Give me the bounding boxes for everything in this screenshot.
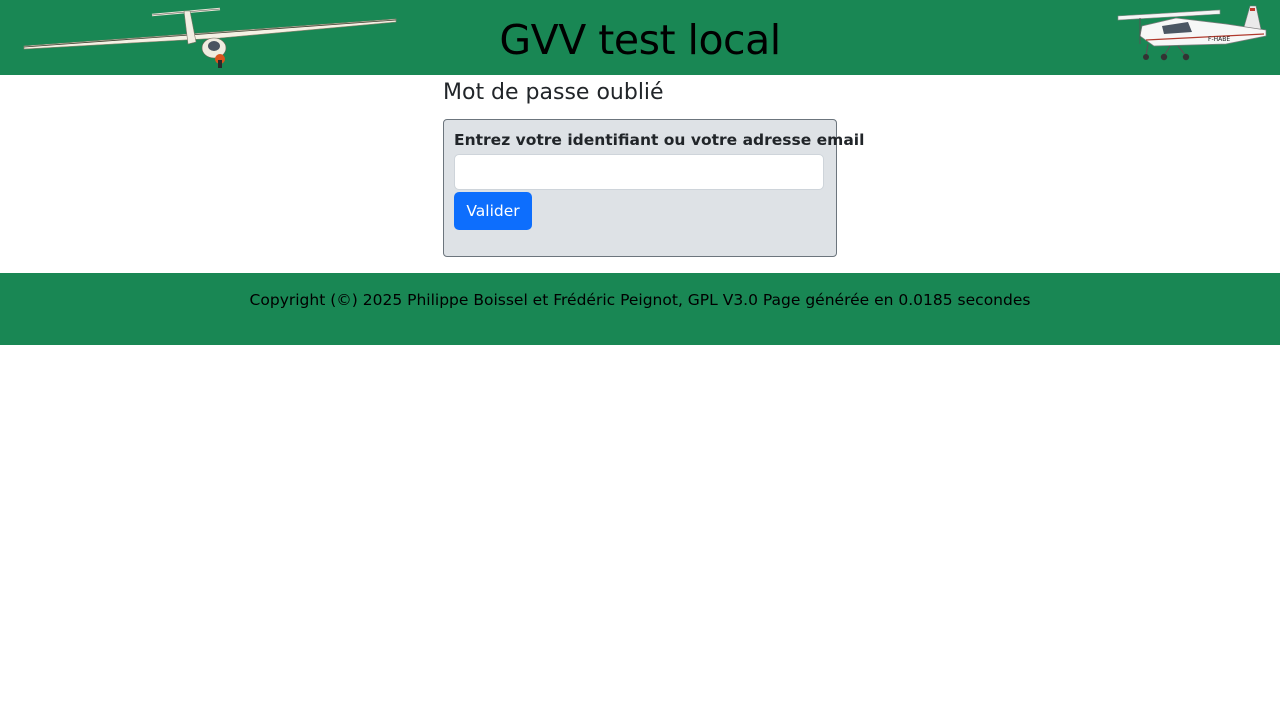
site-header: GVV test local F-HABE — [0, 0, 1280, 75]
plane-image: F-HABE — [1117, 5, 1267, 61]
plane-registration: F-HABE — [1208, 36, 1230, 43]
identifier-or-email-input[interactable] — [454, 154, 824, 190]
site-title: GVV test local — [499, 16, 781, 64]
site-footer: Copyright (©) 2025 Philippe Boissel et F… — [0, 273, 1280, 345]
copyright-text: Copyright (©) 2025 Philippe Boissel et F… — [249, 291, 1031, 309]
submit-button[interactable]: Valider — [454, 192, 532, 230]
forgot-password-form: Entrez votre identifiant ou votre adress… — [443, 119, 864, 257]
identifier-label: Entrez votre identifiant ou votre adress… — [454, 131, 865, 149]
page-title: Mot de passe oublié — [443, 80, 664, 105]
